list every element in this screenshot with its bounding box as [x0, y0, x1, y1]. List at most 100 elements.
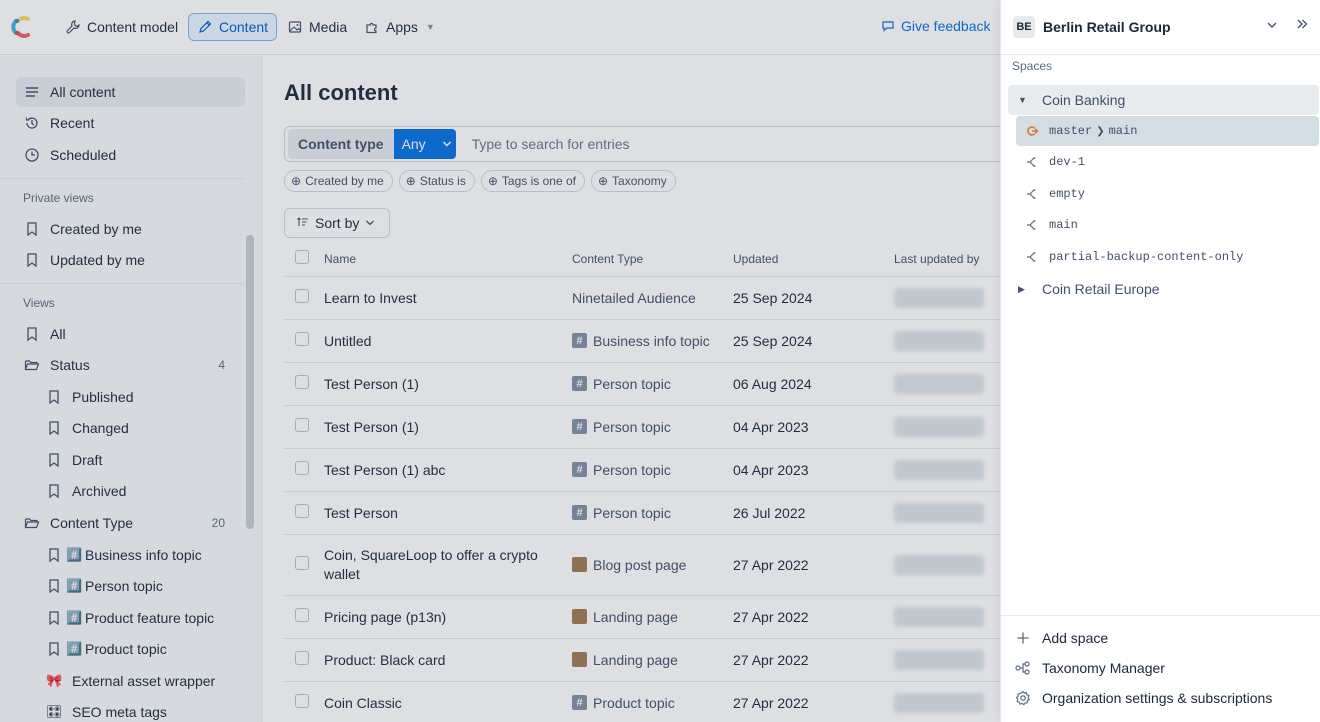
table-row[interactable]: Test Person # Person topic 26 Jul 2022	[284, 491, 1000, 535]
filter-taxonomy[interactable]: ⊕ Taxonomy	[590, 170, 676, 192]
sidebar-item-all-content[interactable]: All content	[16, 77, 245, 107]
contentful-logo-icon[interactable]	[10, 15, 34, 39]
entry-name[interactable]: Test Person	[324, 491, 572, 535]
table-row[interactable]: Product: Black card Landing page 27 Apr …	[284, 638, 1000, 682]
column-header-updated[interactable]: Updated	[733, 242, 894, 277]
row-checkbox[interactable]	[295, 332, 309, 346]
table-row[interactable]: Pricing page (p13n) Landing page 27 Apr …	[284, 595, 1000, 639]
row-checkbox[interactable]	[295, 694, 309, 708]
give-feedback-link[interactable]: Give feedback	[880, 18, 991, 34]
filter-status-is[interactable]: ⊕ Status is	[398, 170, 475, 192]
sidebar-item-published[interactable]: Published	[38, 382, 238, 412]
nav-content[interactable]: Content	[188, 13, 278, 41]
organization-settings-link[interactable]: Organization settings & subscriptions	[1015, 690, 1272, 706]
table-row[interactable]: Untitled # Business info topic 25 Sep 202…	[284, 319, 1000, 363]
row-checkbox[interactable]	[295, 651, 309, 665]
column-header-last-updated-by[interactable]: Last updated by	[894, 242, 1000, 277]
avatar-redacted	[894, 502, 984, 523]
entry-name[interactable]: Test Person (1)	[324, 405, 572, 449]
environment-item-master[interactable]: master ❯ main	[1016, 116, 1319, 146]
entry-name[interactable]: Test Person (1) abc	[324, 448, 572, 492]
spaces-heading: Spaces	[1012, 59, 1053, 73]
row-checkbox[interactable]	[295, 418, 309, 432]
column-header-content-type[interactable]: Content Type	[572, 242, 733, 277]
keycap-hash-icon: #️⃣	[66, 578, 83, 593]
table-row[interactable]: Learn to Invest Ninetailed Audience 25 S…	[284, 276, 1000, 320]
entry-name[interactable]: Test Person (1)	[324, 362, 572, 406]
avatar-redacted	[894, 459, 984, 480]
sidebar-item-archived[interactable]: Archived	[38, 476, 238, 506]
environment-item-partial-backup[interactable]: partial-backup-content-only	[1016, 242, 1319, 272]
filter-created-by-me[interactable]: ⊕ Created by me	[284, 170, 393, 192]
page-icon	[572, 609, 587, 624]
sidebar-item-all[interactable]: All	[16, 319, 245, 349]
table-row[interactable]: Coin Classic # Product topic 27 Apr 2022	[284, 681, 1000, 722]
sidebar-item-person-topic[interactable]: #️⃣ Person topic	[38, 571, 238, 601]
row-checkbox[interactable]	[295, 375, 309, 389]
sidebar-item-changed[interactable]: Changed	[38, 413, 238, 443]
hash-icon: #	[572, 695, 587, 710]
sidebar-item-label: Status	[50, 357, 90, 373]
table-row[interactable]: Coin, SquareLoop to offer a crypto walle…	[284, 534, 1000, 596]
sidebar-item-label: Draft	[72, 452, 103, 468]
sidebar-item-product-topic[interactable]: #️⃣ Product topic	[38, 634, 238, 664]
nav-content-model[interactable]: Content model	[57, 13, 186, 41]
search-input[interactable]	[471, 136, 872, 152]
taxonomy-manager-link[interactable]: Taxonomy Manager	[1015, 660, 1165, 676]
entry-name[interactable]: Coin, SquareLoop to offer a crypto walle…	[324, 534, 572, 596]
plus-circle-icon: ⊕	[405, 174, 416, 188]
content-type-select[interactable]: Any	[393, 129, 456, 159]
entry-content-type: # Person topic	[572, 419, 733, 435]
keycap-hash-icon: #️⃣	[66, 610, 83, 625]
collapse-panel-icon[interactable]	[1295, 17, 1309, 34]
space-item-coin-retail-europe[interactable]: ▶ Coin Retail Europe	[1008, 274, 1319, 304]
environment-item-dev-1[interactable]: dev-1	[1016, 147, 1319, 177]
row-checkbox[interactable]	[295, 289, 309, 303]
filter-tags-is-one-of[interactable]: ⊕ Tags is one of	[480, 170, 585, 192]
select-all-checkbox[interactable]	[295, 250, 309, 265]
entry-name[interactable]: Learn to Invest	[324, 276, 572, 320]
sidebar-item-seo-meta-tags[interactable]: 🎛 SEO meta tags	[38, 697, 238, 722]
row-checkbox[interactable]	[295, 608, 309, 622]
environment-item-empty[interactable]: empty	[1016, 179, 1319, 209]
environment-name: dev-1	[1049, 155, 1086, 169]
sidebar-item-external-asset-wrapper[interactable]: 🎀 External asset wrapper	[38, 666, 238, 696]
avatar-redacted	[894, 649, 984, 670]
add-space-button[interactable]: Add space	[1015, 630, 1108, 646]
sort-by-label: Sort by	[315, 215, 360, 231]
sidebar-item-label: Changed	[72, 420, 129, 436]
sidebar-scrollbar[interactable]	[246, 235, 254, 529]
row-checkbox[interactable]	[295, 556, 309, 570]
entry-name[interactable]: Pricing page (p13n)	[324, 595, 572, 639]
sidebar-item-updated-by-me[interactable]: Updated by me	[16, 245, 245, 275]
chevron-down-icon[interactable]	[1265, 18, 1279, 35]
entry-name[interactable]: Untitled	[324, 319, 572, 363]
environment-item-main[interactable]: main	[1016, 210, 1319, 240]
nav-media[interactable]: Media	[279, 13, 355, 41]
plus-circle-icon: ⊕	[597, 174, 609, 188]
sidebar-item-product-feature-topic[interactable]: #️⃣ Product feature topic	[38, 603, 238, 633]
space-item-coin-banking[interactable]: ▼ Coin Banking	[1008, 85, 1319, 115]
environment-target: main	[1108, 124, 1138, 138]
row-checkbox[interactable]	[295, 461, 309, 475]
row-checkbox[interactable]	[295, 504, 309, 518]
entry-name[interactable]: Product: Black card	[324, 638, 572, 682]
sidebar-folder-status[interactable]: Status 4	[16, 350, 245, 380]
table-row[interactable]: Test Person (1) # Person topic 06 Aug 202…	[284, 362, 1000, 406]
entry-content-type: # Person topic	[572, 505, 733, 521]
sidebar-item-scheduled[interactable]: Scheduled	[16, 140, 245, 170]
entry-name[interactable]: Coin Classic	[324, 681, 572, 722]
column-header-name[interactable]: Name	[324, 242, 572, 277]
sidebar-folder-content-type[interactable]: Content Type 20	[16, 508, 245, 538]
nav-apps[interactable]: Apps ▼	[356, 13, 443, 41]
sort-by-button[interactable]: Sort by	[284, 208, 390, 238]
space-switcher-panel: BE Berlin Retail Group Spaces ▼ Coin Ban…	[1000, 0, 1320, 722]
table-row[interactable]: Test Person (1) # Person topic 04 Apr 202…	[284, 405, 1000, 449]
sidebar-item-recent[interactable]: Recent	[16, 108, 245, 138]
table-row[interactable]: Test Person (1) abc # Person topic 04 Apr…	[284, 448, 1000, 492]
content-type-filter-label[interactable]: Content type	[288, 129, 394, 159]
sidebar-item-created-by-me[interactable]: Created by me	[16, 214, 245, 244]
organization-header[interactable]: BE Berlin Retail Group	[1001, 0, 1320, 55]
sidebar-item-business-info-topic[interactable]: #️⃣ Business info topic	[38, 540, 238, 570]
sidebar-item-draft[interactable]: Draft	[38, 445, 238, 475]
